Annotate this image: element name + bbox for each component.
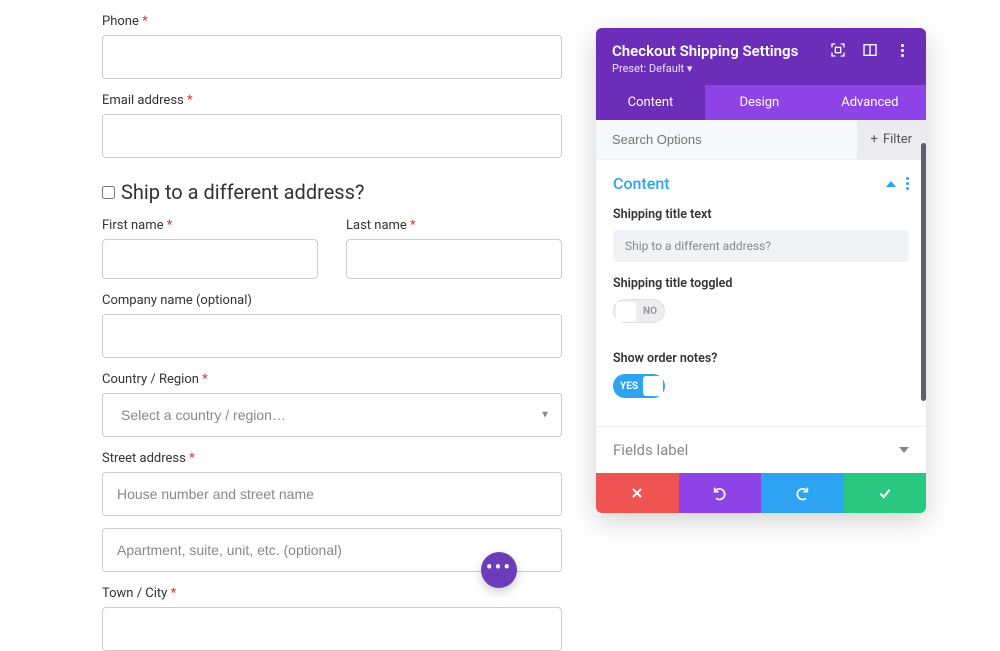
- tab-content[interactable]: Content: [596, 85, 705, 120]
- section-fields-label[interactable]: Fields label: [596, 426, 926, 473]
- check-icon: [877, 485, 893, 501]
- search-input[interactable]: [596, 120, 857, 159]
- ship-to-different-address-heading: Ship to a different address?: [102, 180, 562, 204]
- settings-panel: Checkout Shipping Settings Preset: Defau…: [596, 28, 926, 513]
- tab-design[interactable]: Design: [705, 85, 814, 120]
- required-mark: *: [167, 218, 173, 233]
- email-label: Email address *: [102, 93, 562, 108]
- company-label: Company name (optional): [102, 293, 562, 308]
- kebab-menu-icon[interactable]: [906, 177, 909, 190]
- close-icon: [629, 485, 645, 501]
- scrollbar[interactable]: [921, 143, 926, 401]
- plus-icon: +: [871, 132, 878, 147]
- first-name-label: First name *: [102, 218, 318, 233]
- ellipsis-icon: •••: [486, 555, 512, 579]
- panel-tabs: Content Design Advanced: [596, 85, 926, 120]
- redo-button[interactable]: [761, 473, 844, 513]
- ship-heading-text: Ship to a different address?: [121, 180, 364, 204]
- first-name-input[interactable]: [102, 239, 318, 279]
- undo-icon: [712, 485, 728, 501]
- chevron-up-icon: [886, 181, 896, 187]
- email-label-text: Email address: [102, 93, 184, 108]
- tab-advanced[interactable]: Advanced: [814, 85, 926, 120]
- toggle-knob: [616, 302, 636, 322]
- street-label-text: Street address: [102, 451, 186, 466]
- phone-input[interactable]: [102, 35, 562, 79]
- shipping-title-toggled-label: Shipping title toggled: [613, 276, 909, 291]
- toggle-knob: [643, 376, 663, 396]
- columns-icon[interactable]: [862, 42, 878, 58]
- country-select[interactable]: [102, 393, 562, 437]
- email-input[interactable]: [102, 114, 562, 158]
- shipping-title-text-label: Shipping title text: [613, 207, 909, 222]
- last-name-input[interactable]: [346, 239, 562, 279]
- last-name-label: Last name *: [346, 218, 562, 233]
- required-mark: *: [410, 218, 416, 233]
- module-options-fab[interactable]: •••: [481, 552, 517, 588]
- filter-button[interactable]: + Filter: [857, 120, 926, 159]
- close-button[interactable]: [596, 473, 679, 513]
- phone-label: Phone *: [102, 14, 562, 29]
- required-mark: *: [187, 93, 193, 108]
- chevron-down-icon: ▾: [687, 62, 693, 75]
- street-input-1[interactable]: [102, 472, 562, 516]
- search-row: + Filter: [596, 120, 926, 160]
- phone-label-text: Phone: [102, 14, 139, 29]
- panel-preset-label: Preset: Default: [612, 62, 684, 75]
- toggle-yes-label: YES: [620, 381, 638, 392]
- toggle-no-label: NO: [643, 306, 657, 317]
- city-label-text: Town / City: [102, 586, 167, 601]
- required-mark: *: [202, 372, 208, 387]
- first-name-label-text: First name: [102, 218, 163, 233]
- kebab-menu-icon[interactable]: [894, 42, 910, 58]
- city-label: Town / City *: [102, 586, 562, 601]
- show-order-notes-switch[interactable]: YES: [613, 374, 665, 398]
- undo-button[interactable]: [679, 473, 762, 513]
- company-label-text: Company name (optional): [102, 293, 252, 308]
- ship-to-different-address-checkbox[interactable]: [102, 186, 115, 199]
- section-title: Content: [613, 174, 670, 193]
- street-label: Street address *: [102, 451, 562, 466]
- shipping-title-toggled-switch[interactable]: NO: [613, 299, 665, 323]
- panel-actions: [596, 473, 926, 513]
- required-mark: *: [171, 586, 177, 601]
- target-icon[interactable]: [830, 42, 846, 58]
- chevron-down-icon: [899, 447, 909, 453]
- country-label-text: Country / Region: [102, 372, 199, 387]
- panel-body: Content Shipping title text Ship to a di…: [596, 160, 926, 426]
- country-select-wrap: ▼: [102, 393, 562, 437]
- filter-label: Filter: [883, 132, 912, 147]
- country-label: Country / Region *: [102, 372, 562, 387]
- required-mark: *: [189, 451, 195, 466]
- shipping-title-text-input[interactable]: Ship to a different address?: [613, 230, 909, 262]
- section-content-header[interactable]: Content: [613, 174, 909, 193]
- redo-icon: [794, 485, 810, 501]
- save-button[interactable]: [844, 473, 927, 513]
- last-name-label-text: Last name: [346, 218, 407, 233]
- panel-preset[interactable]: Preset: Default ▾: [612, 62, 798, 75]
- panel-header: Checkout Shipping Settings Preset: Defau…: [596, 28, 926, 85]
- fields-label-title: Fields label: [613, 441, 688, 459]
- required-mark: *: [142, 14, 148, 29]
- show-order-notes-label: Show order notes?: [613, 351, 909, 366]
- company-input[interactable]: [102, 314, 562, 358]
- panel-title: Checkout Shipping Settings: [612, 42, 798, 60]
- city-input[interactable]: [102, 607, 562, 651]
